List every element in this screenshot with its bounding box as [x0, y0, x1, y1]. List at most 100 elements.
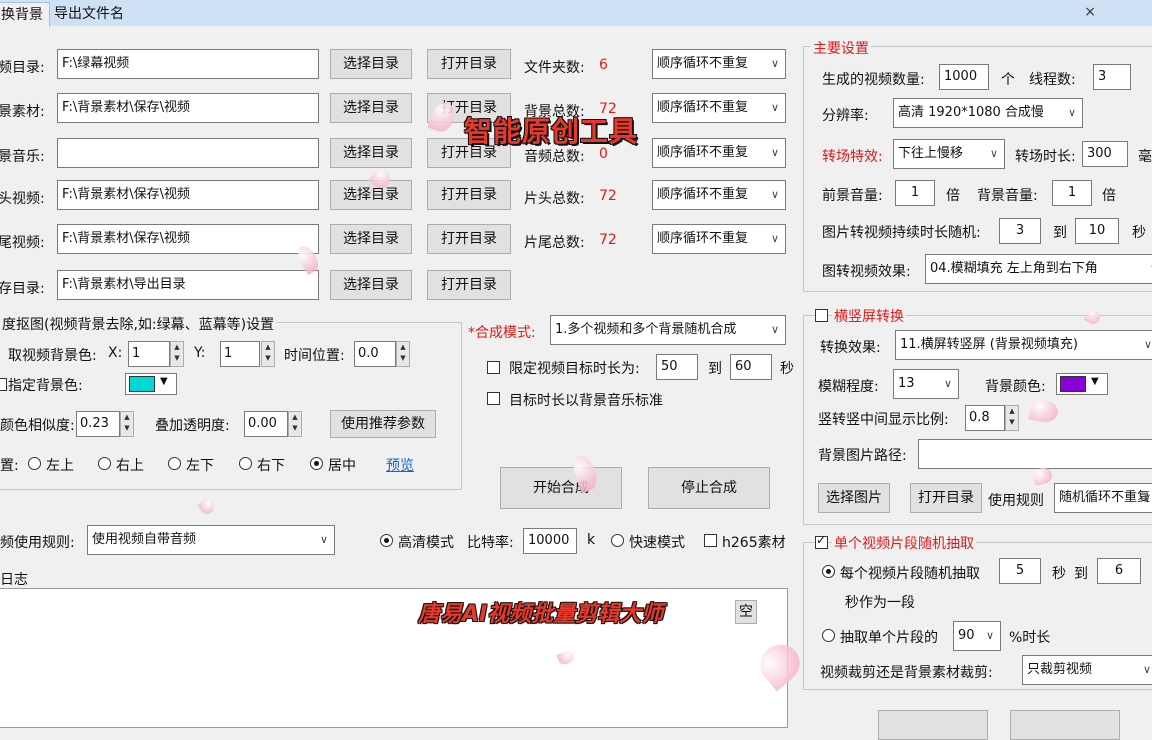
- resolution-select[interactable]: 高清 1920*1080 合成慢: [893, 98, 1083, 128]
- orientation-effect-label: 转换效果:: [820, 340, 881, 356]
- bottom-button-2[interactable]: [1010, 710, 1120, 740]
- time-position-spinner[interactable]: ▲ ▼: [396, 341, 410, 367]
- bg-color-checkbox[interactable]: [0, 378, 7, 391]
- use-rule-select[interactable]: 随机循环不重复: [1054, 483, 1152, 513]
- x-input[interactable]: 1: [128, 341, 170, 367]
- bg-image-path-input[interactable]: [918, 439, 1152, 469]
- fg-volume-input[interactable]: 1: [895, 180, 935, 206]
- open-dir-button[interactable]: 打开目录: [427, 270, 511, 300]
- path-input[interactable]: F:\背景素材\导出目录: [57, 270, 319, 300]
- clip-each-to-input[interactable]: 6: [1097, 558, 1141, 584]
- path-input[interactable]: F:\背景素材\保存\视频: [57, 180, 319, 210]
- orientation-bg-color-picker[interactable]: ▼: [1056, 373, 1108, 395]
- position-radio[interactable]: [98, 457, 111, 470]
- music-length-checkbox[interactable]: [487, 392, 500, 405]
- clip-pct-radio[interactable]: [822, 629, 835, 642]
- image-duration-from-input[interactable]: 3: [999, 218, 1041, 244]
- limit-to-input[interactable]: 60: [730, 354, 772, 380]
- opacity-spinner[interactable]: ▲ ▼: [288, 411, 302, 437]
- y-spinner[interactable]: ▲ ▼: [261, 341, 275, 367]
- x-spinner[interactable]: ▲ ▼: [170, 341, 184, 367]
- stat-label: 文件夹数:: [524, 60, 585, 76]
- stop-compose-button[interactable]: 停止合成: [648, 467, 770, 509]
- log-textarea[interactable]: [0, 588, 788, 728]
- bottom-button-1[interactable]: [878, 710, 988, 740]
- clip-each-radio[interactable]: [822, 565, 835, 578]
- clip-each-from-input[interactable]: 5: [999, 558, 1041, 584]
- loop-mode-select[interactable]: 顺序循环不重复: [652, 180, 786, 210]
- audio-rule-label: 频使用规则:: [0, 535, 75, 551]
- loop-mode-select[interactable]: 顺序循环不重复: [652, 93, 786, 123]
- position-radio-label: 左下: [186, 458, 214, 474]
- clip-each-suffix: 秒作为一段: [845, 595, 915, 611]
- select-dir-button[interactable]: 选择目录: [330, 180, 412, 210]
- chevron-down-icon: ▼: [1091, 376, 1099, 387]
- stat-value: 6: [599, 57, 608, 73]
- limit-duration-checkbox[interactable]: [487, 361, 500, 374]
- transition-select[interactable]: 下往上慢移: [893, 139, 1005, 169]
- compose-mode-select[interactable]: 1.多个视频和多个背景随机合成: [550, 315, 786, 345]
- clear-log-button[interactable]: 空: [735, 600, 757, 624]
- bitrate-input[interactable]: 10000: [523, 528, 577, 554]
- position-radio[interactable]: [310, 457, 323, 470]
- time-position-input[interactable]: 0.0: [354, 341, 396, 367]
- bg-volume-input[interactable]: 1: [1052, 180, 1092, 206]
- position-radio[interactable]: [168, 457, 181, 470]
- audio-rule-select[interactable]: 使用视频自带音频: [87, 525, 335, 555]
- select-dir-button[interactable]: 选择目录: [330, 138, 412, 168]
- start-compose-button[interactable]: 开始合成: [500, 467, 622, 509]
- video-count-label: 生成的视频数量:: [822, 72, 925, 88]
- orientation-effect-select[interactable]: 11.横屏转竖屏 (背景视频填充): [895, 330, 1152, 360]
- select-dir-button[interactable]: 选择目录: [330, 49, 412, 79]
- open-dir-button[interactable]: 打开目录: [427, 224, 511, 254]
- image-duration-to-label: 到: [1053, 225, 1067, 241]
- path-input[interactable]: F:\绿幕视频: [57, 49, 319, 79]
- tab-export-filename[interactable]: 导出文件名: [48, 2, 130, 26]
- path-input[interactable]: F:\背景素材\保存\视频: [57, 224, 319, 254]
- close-icon[interactable]: ×: [1084, 4, 1096, 20]
- transition-time-input[interactable]: 300: [1082, 141, 1128, 167]
- ratio-spinner[interactable]: ▲ ▼: [1005, 405, 1019, 431]
- y-input[interactable]: 1: [220, 341, 260, 367]
- image-duration-to-input[interactable]: 10: [1075, 218, 1119, 244]
- path-input[interactable]: F:\背景素材\保存\视频: [57, 93, 319, 123]
- select-dir-button[interactable]: 选择目录: [330, 93, 412, 123]
- hd-mode-radio[interactable]: [380, 534, 393, 547]
- preview-link[interactable]: 预览: [386, 455, 414, 475]
- ratio-input[interactable]: 0.8: [965, 405, 1005, 431]
- image-effect-select[interactable]: 04.模糊填充 左上角到右下角: [925, 254, 1152, 284]
- to-label: 到: [708, 361, 722, 377]
- orientation-open-dir-button[interactable]: 打开目录: [910, 483, 982, 513]
- loop-mode-select[interactable]: 顺序循环不重复: [652, 138, 786, 168]
- orientation-color-swatch: [1060, 376, 1086, 392]
- open-dir-button[interactable]: 打开目录: [427, 180, 511, 210]
- select-dir-button[interactable]: 选择目录: [330, 270, 412, 300]
- clip-checkbox[interactable]: [815, 533, 828, 549]
- crop-select[interactable]: 只裁剪视频: [1022, 655, 1152, 685]
- position-radio[interactable]: [239, 457, 252, 470]
- open-dir-button[interactable]: 打开目录: [427, 49, 511, 79]
- recommend-params-button[interactable]: 使用推荐参数: [330, 410, 436, 438]
- bg-color-swatch: [129, 376, 155, 392]
- threads-input[interactable]: 3: [1093, 64, 1131, 90]
- opacity-input[interactable]: 0.00: [244, 411, 288, 437]
- similarity-input[interactable]: 0.23: [76, 411, 120, 437]
- orientation-checkbox[interactable]: [815, 309, 828, 322]
- fast-mode-radio[interactable]: [611, 534, 624, 547]
- similarity-spinner[interactable]: ▲ ▼: [120, 411, 134, 437]
- clip-pct-select[interactable]: 90: [953, 621, 1001, 651]
- limit-from-input[interactable]: 50: [656, 354, 698, 380]
- position-label: 置:: [0, 458, 19, 474]
- path-input[interactable]: [57, 138, 319, 168]
- select-dir-button[interactable]: 选择目录: [330, 224, 412, 254]
- tab-change-background[interactable]: 换背景: [0, 2, 50, 27]
- bg-color-picker[interactable]: ▼: [125, 373, 177, 395]
- loop-mode-select[interactable]: 顺序循环不重复: [652, 49, 786, 79]
- choose-image-button[interactable]: 选择图片: [818, 483, 890, 513]
- blur-select[interactable]: 13: [893, 369, 959, 399]
- h265-checkbox[interactable]: [704, 534, 717, 547]
- loop-mode-select[interactable]: 顺序循环不重复: [652, 224, 786, 254]
- row-label: 频目录:: [0, 60, 45, 76]
- position-radio[interactable]: [28, 457, 41, 470]
- video-count-input[interactable]: 1000: [939, 64, 989, 90]
